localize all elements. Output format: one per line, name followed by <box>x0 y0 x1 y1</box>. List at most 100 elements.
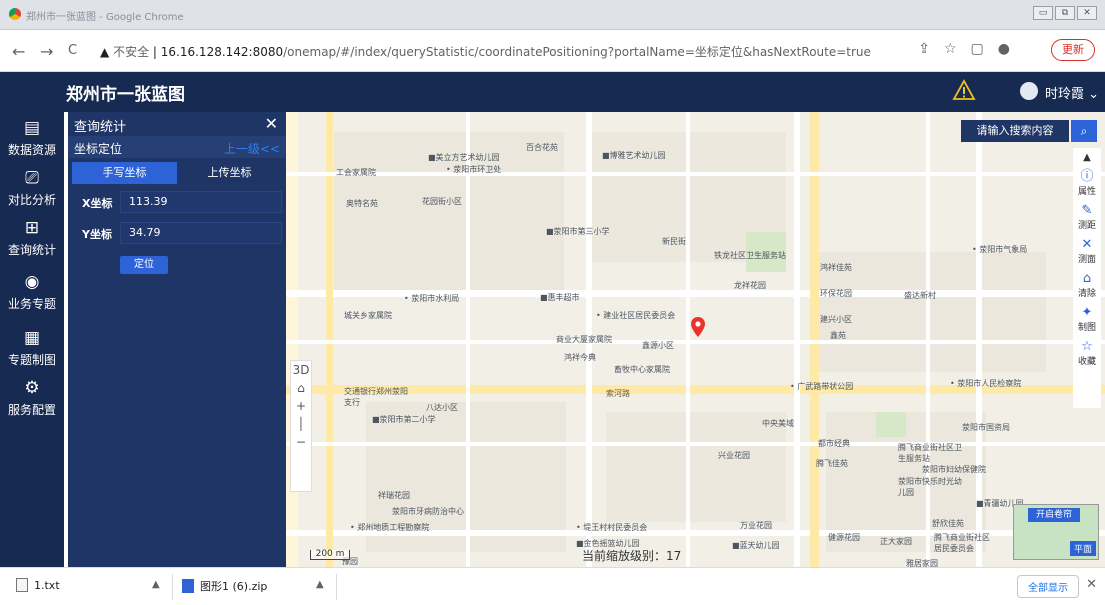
tab-upload-coordinates[interactable]: 上传坐标 <box>177 162 282 184</box>
location-pin-icon[interactable] <box>691 317 705 337</box>
x-coordinate-input[interactable]: 113.39 <box>120 191 282 213</box>
tool-measure-distance[interactable]: ✎ 测距 <box>1073 204 1101 232</box>
y-coordinate-input[interactable]: 34.79 <box>120 222 282 244</box>
bookmark-star-icon[interactable]: ☆ <box>944 41 957 57</box>
window-title: 郑州市一张蓝图 - Google Chrome <box>26 12 184 23</box>
map-view[interactable]: ■美立方艺术幼儿园 • 荥阳市环卫处 百合花苑 ■博雅艺术幼儿园 工会家属院 奥… <box>286 112 1105 567</box>
address-actions: ⇪ ☆ ▢ ● <box>918 41 1010 57</box>
tool-measure-area[interactable]: ✕ 测面 <box>1073 238 1101 266</box>
sidebar-item-mapping[interactable]: ▦ 专题制图 <box>0 328 64 368</box>
map-search-input[interactable]: 请输入搜索内容 <box>961 120 1069 142</box>
coordinate-tabs: 手写坐标 上传坐标 <box>72 162 282 184</box>
tool-label: 测面 <box>1077 255 1096 265</box>
update-button[interactable]: 更新 <box>1051 39 1095 61</box>
map-label: 奥特名苑 <box>346 199 378 208</box>
restore-icon[interactable]: ⧉ <box>1055 6 1075 20</box>
map-label: 都市经典 <box>818 439 850 448</box>
chevron-up-icon[interactable]: ▲ <box>316 579 324 590</box>
map-label: 荥阳市妇幼保健院 <box>922 465 986 474</box>
tab-manual-coordinates[interactable]: 手写坐标 <box>72 162 177 184</box>
map-label: ■荥阳市第三小学 <box>546 227 610 236</box>
map-label: 环保花园 <box>820 289 852 298</box>
map-label: • 广武路带状公园 <box>790 382 854 391</box>
download-item[interactable]: 图形1 (6).zip <box>182 578 267 594</box>
map-label: 八达小区 <box>426 403 458 412</box>
avatar[interactable] <box>1020 82 1038 100</box>
zoom-out-button[interactable]: − <box>291 433 311 451</box>
tool-label: 清除 <box>1077 289 1096 299</box>
sidebar-item-label: 对比分析 <box>7 193 56 207</box>
map-label: 雅居家园 <box>906 559 938 567</box>
sidebar-item-query[interactable]: ⊞ 查询统计 <box>0 218 64 258</box>
profile-icon[interactable]: ● <box>998 41 1010 57</box>
back-link[interactable]: 上一级<< <box>224 140 280 157</box>
map-label: 荥阳市快乐时光幼儿园 <box>898 477 962 497</box>
tool-attributes[interactable]: ⓘ 属性 <box>1073 169 1101 198</box>
forward-icon[interactable]: → <box>40 42 53 61</box>
user-menu[interactable]: 时玲霞 ⌄ <box>1045 83 1099 102</box>
3d-toggle[interactable]: 3D <box>291 361 311 379</box>
map-label: 花园街小区 <box>422 197 462 206</box>
chevron-up-icon[interactable]: ▲ <box>152 579 160 590</box>
url-field[interactable]: ▲ 不安全 | 16.16.128.142:8080/onemap/#/inde… <box>100 43 871 60</box>
reload-icon[interactable]: C <box>68 43 77 58</box>
map-label: 健源花园 <box>828 533 860 542</box>
flat-view-button[interactable]: 平面 <box>1069 541 1096 556</box>
warning-icon: ▲ <box>100 45 110 59</box>
sidebar-item-compare[interactable]: ⎚ 对比分析 <box>0 168 64 208</box>
map-label: • 荥阳市环卫处 <box>446 165 502 174</box>
map-make-icon: ▦ <box>23 328 41 348</box>
y-label: Y坐标 <box>82 228 112 241</box>
close-icon[interactable]: ✕ <box>1086 577 1097 592</box>
map-label: 祥瑞花园 <box>378 491 410 500</box>
browser-title-bar: 郑州市一张蓝图 - Google Chrome ▭ ⧉ ✕ <box>0 0 1105 30</box>
tool-favorite[interactable]: ☆ 收藏 <box>1073 340 1101 368</box>
map-label: 万业花园 <box>740 521 772 530</box>
map-label: 盛达新村 <box>904 291 936 300</box>
grid-icon: ⊞ <box>24 218 40 238</box>
search-icon[interactable]: ⌕ <box>1071 120 1097 142</box>
panel-subheader: 坐标定位 上一级<< <box>68 136 286 158</box>
map-label: 建兴小区 <box>820 315 852 324</box>
map-label: 腾飞商业街社区卫生服务站 <box>898 443 962 463</box>
download-item[interactable]: 1.txt <box>16 578 60 592</box>
minimap[interactable]: 开启卷帘 平面 <box>1013 504 1099 560</box>
zoom-slider[interactable]: │ <box>291 415 311 433</box>
tool-label: 属性 <box>1077 187 1096 197</box>
back-icon[interactable]: ← <box>12 42 25 61</box>
map-label: 荥阳市国资局 <box>962 423 1010 432</box>
tool-label: 制图 <box>1077 323 1096 333</box>
info-icon: ⓘ <box>1080 169 1094 184</box>
tab-search-icon[interactable]: ▢ <box>971 41 984 57</box>
tool-label: 测距 <box>1077 221 1096 231</box>
locate-button[interactable]: 定位 <box>120 256 168 274</box>
minimize-icon[interactable]: ▭ <box>1033 6 1053 20</box>
map-label: 腾飞商业街社区居民委员会 <box>934 533 990 553</box>
close-icon[interactable]: ✕ <box>265 114 278 133</box>
home-icon[interactable]: ⌂ <box>291 379 311 397</box>
map-label: 中央美域 <box>762 419 794 428</box>
map-label: 交通银行郑州荥阳支行 <box>344 387 408 407</box>
share-icon[interactable]: ⇪ <box>918 41 930 57</box>
swipe-toggle[interactable]: 开启卷帘 <box>1028 508 1080 522</box>
map-label: 工会家属院 <box>336 168 376 177</box>
show-all-button[interactable]: 全部显示 <box>1017 575 1079 598</box>
zoom-in-button[interactable]: + <box>291 397 311 415</box>
sidebar-item-data-resources[interactable]: ▤ 数据资源 <box>0 118 64 158</box>
map-label: • 建业社区居民委员会 <box>596 311 676 320</box>
map-label: 鑫苑 <box>830 331 846 340</box>
sidebar-item-business[interactable]: ◉ 业务专题 <box>0 272 64 312</box>
compare-icon: ⎚ <box>25 168 39 188</box>
alert-icon[interactable] <box>952 78 976 102</box>
tool-clear[interactable]: ⌂ 清除 <box>1073 272 1101 300</box>
map-label: ■美立方艺术幼儿园 <box>428 153 500 162</box>
collapse-toolbar-icon[interactable]: ▲ <box>1073 152 1101 163</box>
x-coordinate-row: X坐标 113.39 <box>72 191 282 213</box>
close-window-icon[interactable]: ✕ <box>1077 6 1097 20</box>
map-label: ■博雅艺术幼儿园 <box>602 151 666 160</box>
map-label: 鑫源小区 <box>642 341 674 350</box>
sidebar-item-settings[interactable]: ⚙ 服务配置 <box>0 378 64 418</box>
tool-draw[interactable]: ✦ 制图 <box>1073 306 1101 334</box>
app-header: 郑州市一张蓝图 时玲霞 ⌄ <box>0 72 1105 112</box>
sidebar-item-label: 服务配置 <box>7 403 56 417</box>
